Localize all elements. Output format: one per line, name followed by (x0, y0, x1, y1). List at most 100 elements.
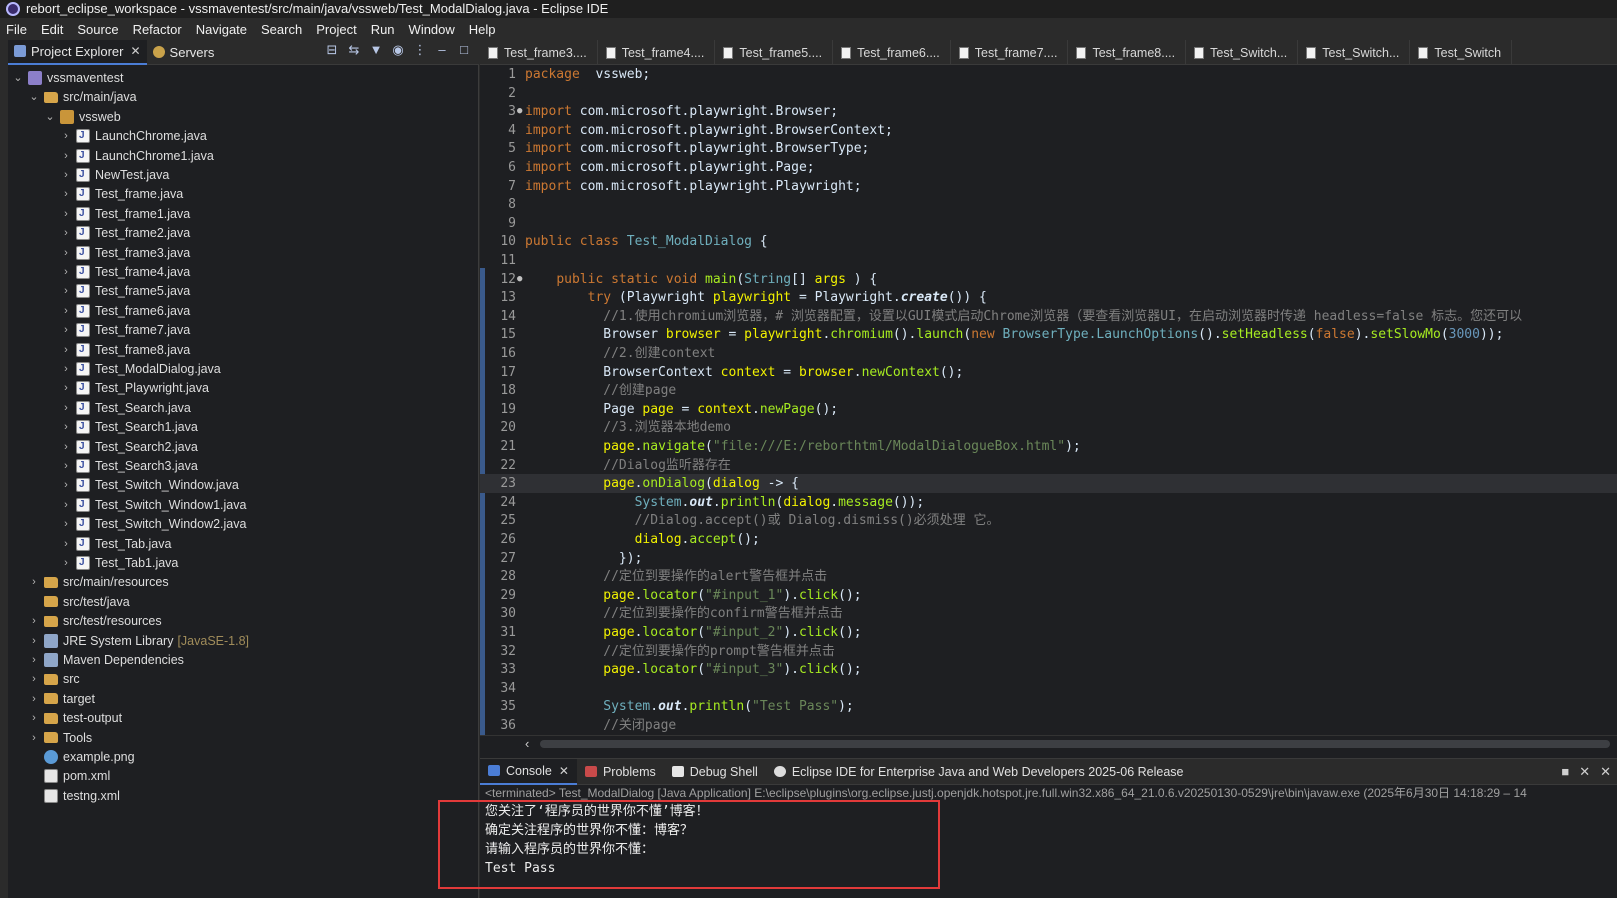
code-line[interactable]: 9 (480, 214, 1617, 233)
tree-item[interactable]: › Test_frame1.java (60, 204, 190, 224)
menu-search[interactable]: Search (261, 22, 302, 37)
code-line[interactable]: 36 //关闭page (480, 716, 1617, 735)
filter-icon[interactable]: ▼ (369, 43, 383, 57)
chevron-right-icon[interactable]: › (28, 689, 40, 709)
tree-item[interactable]: › src/test/resources (28, 611, 161, 631)
chevron-right-icon[interactable]: › (60, 262, 72, 282)
chevron-right-icon[interactable]: › (60, 340, 72, 360)
tree-item[interactable]: › Test_frame5.java (60, 281, 190, 301)
code-line[interactable]: 2 (480, 84, 1617, 103)
chevron-right-icon[interactable]: › (60, 243, 72, 263)
code-line[interactable]: 34 (480, 679, 1617, 698)
tab-project-explorer[interactable]: Project Explorer ✕ (8, 39, 147, 65)
tab-debug-shell[interactable]: Debug Shell (664, 759, 766, 785)
tree-item[interactable]: › LaunchChrome.java (60, 126, 207, 146)
code-line[interactable]: 21 page.navigate("file:///E:/reborthtml/… (480, 437, 1617, 456)
code-line[interactable]: 14 //1.使用chromium浏览器，# 浏览器配置，设置以GUI模式启动C… (480, 307, 1617, 326)
code-line[interactable]: 27 }); (480, 549, 1617, 568)
chevron-right-icon[interactable]: › (60, 204, 72, 224)
code-line[interactable]: 6 import com.microsoft.playwright.Page; (480, 158, 1617, 177)
tree-item[interactable]: › Test_ModalDialog.java (60, 359, 221, 379)
code-line[interactable]: 12 ● public static void main(String[] arg… (480, 270, 1617, 289)
chevron-right-icon[interactable]: › (60, 165, 72, 185)
chevron-right-icon[interactable]: › (28, 572, 40, 592)
chevron-right-icon[interactable]: › (60, 495, 72, 515)
chevron-right-icon[interactable]: › (28, 728, 40, 748)
chevron-right-icon[interactable]: › (60, 398, 72, 418)
editor-tab[interactable]: Test_frame5.... (715, 40, 834, 64)
code-line[interactable]: 30 //定位到要操作的confirm警告框并点击 (480, 604, 1617, 623)
menu-window[interactable]: Window (409, 22, 455, 37)
code-line[interactable]: 1 package vssweb; (480, 65, 1617, 84)
tree-item[interactable]: › src (28, 669, 80, 689)
menu-help[interactable]: Help (469, 22, 496, 37)
code-editor[interactable]: 1 package vssweb; 2 3 ● import com.microsoft.… (480, 65, 1617, 735)
code-line[interactable]: 28 //定位到要操作的alert警告框并点击 (480, 567, 1617, 586)
menu-project[interactable]: Project (316, 22, 356, 37)
code-line[interactable]: 31 page.locator("#input_2").click(); (480, 623, 1617, 642)
focus-icon[interactable]: ◉ (391, 43, 405, 57)
menu-file[interactable]: File (6, 22, 27, 37)
code-line[interactable]: 32 //定位到要操作的prompt警告框并点击 (480, 642, 1617, 661)
tree-item[interactable]: › Test_frame.java (60, 184, 183, 204)
tree-item[interactable]: › Tools (28, 728, 92, 748)
editor-tab[interactable]: Test_frame6.... (833, 40, 951, 64)
chevron-right-icon[interactable]: › (60, 320, 72, 340)
chevron-right-icon[interactable]: › (60, 437, 72, 457)
console-output[interactable]: 您关注了‘程序员的世界你不懂’博客！ 确定关注程序的世界你不懂：博客？ 请输入程序员… (485, 802, 1085, 878)
code-line[interactable]: 10 public class Test_ModalDialog { (480, 232, 1617, 251)
tree-item[interactable]: › JRE System Library [JavaSE-1.8] (28, 631, 249, 651)
chevron-right-icon[interactable]: › (60, 184, 72, 204)
remove-launch-icon[interactable]: ✕ (1579, 764, 1590, 780)
tree-item[interactable]: › Test_frame3.java (60, 243, 190, 263)
chevron-right-icon[interactable]: › (28, 611, 40, 631)
tree-item[interactable]: src/test/java (28, 592, 130, 612)
editor-tab[interactable]: Test_frame7.... (951, 40, 1069, 64)
chevron-right-icon[interactable]: › (60, 281, 72, 301)
tree-item[interactable]: › Test_Playwright.java (60, 378, 209, 398)
tree-item[interactable]: › Test_frame8.java (60, 340, 190, 360)
tree-item[interactable]: › Test_Tab1.java (60, 553, 178, 573)
code-line[interactable]: 3 ● import com.microsoft.playwright.Browse… (480, 102, 1617, 121)
code-line[interactable]: 7 import com.microsoft.playwright.Playwri… (480, 177, 1617, 196)
chevron-down-icon[interactable]: ⌄ (12, 68, 24, 88)
scroll-left-icon[interactable]: ‹ (525, 736, 529, 751)
tree-item[interactable]: testng.xml (28, 786, 120, 806)
chevron-right-icon[interactable]: › (60, 301, 72, 321)
chevron-right-icon[interactable]: › (60, 514, 72, 534)
chevron-right-icon[interactable]: › (28, 669, 40, 689)
editor-tab[interactable]: Test_Switch (1410, 40, 1513, 64)
chevron-right-icon[interactable]: › (60, 534, 72, 554)
remove-all-icon[interactable]: ✕ (1600, 764, 1611, 780)
code-line[interactable]: 16 //2.创建context (480, 344, 1617, 363)
tree-item[interactable]: › test-output (28, 708, 122, 728)
tree-item[interactable]: › Test_Search2.java (60, 437, 198, 457)
code-line[interactable]: 24 System.out.println(dialog.message()); (480, 493, 1617, 512)
code-line[interactable]: 19 Page page = context.newPage(); (480, 400, 1617, 419)
code-line[interactable]: 8 (480, 195, 1617, 214)
menu-run[interactable]: Run (371, 22, 395, 37)
close-icon[interactable]: ✕ (559, 764, 569, 778)
chevron-right-icon[interactable]: › (60, 359, 72, 379)
tree-item[interactable]: › Test_frame2.java (60, 223, 190, 243)
fold-marker-icon[interactable]: ● (517, 102, 522, 121)
chevron-right-icon[interactable]: › (60, 417, 72, 437)
tree-item[interactable]: › Test_Search.java (60, 398, 191, 418)
chevron-right-icon[interactable]: › (60, 223, 72, 243)
tree-item[interactable]: ⌄ vssweb (44, 107, 121, 127)
scrollbar-thumb[interactable] (540, 740, 1610, 748)
code-line[interactable]: 18 //创建page (480, 381, 1617, 400)
menu-navigate[interactable]: Navigate (196, 22, 247, 37)
tree-item[interactable]: › Test_frame7.java (60, 320, 190, 340)
chevron-right-icon[interactable]: › (28, 631, 40, 651)
link-with-editor-icon[interactable]: ⇆ (347, 43, 361, 57)
tree-item[interactable]: › Test_frame6.java (60, 301, 190, 321)
tree-item[interactable]: › target (28, 689, 95, 709)
chevron-right-icon[interactable]: › (28, 650, 40, 670)
tree-item[interactable]: › Test_frame4.java (60, 262, 190, 282)
minimize-icon[interactable]: – (435, 43, 449, 57)
chevron-right-icon[interactable]: › (60, 378, 72, 398)
editor-tab[interactable]: Test_frame4.... (598, 40, 716, 64)
collapse-all-icon[interactable]: ⊟ (325, 43, 339, 57)
tree-item[interactable]: pom.xml (28, 766, 110, 786)
